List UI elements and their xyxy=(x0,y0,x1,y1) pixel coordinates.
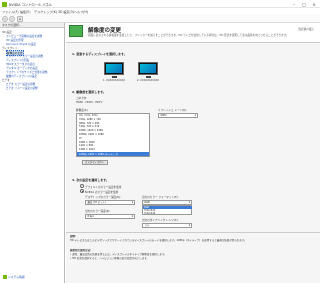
tree-item-video-image[interactable]: ビデオ イメージ設定の調整 xyxy=(6,86,38,90)
usage-heading: 典型的な使用方法: xyxy=(70,249,92,252)
output-color-depth-label: 出力のカラー深度(P): xyxy=(85,210,111,213)
step1-label: 1. 変更するディスプレイを選択します。 xyxy=(72,52,127,56)
monitor-1-label: 1. XXXXXXXXXXX xyxy=(103,79,126,82)
default-color-label: デフォルトのカラー設定を使用 xyxy=(85,185,122,189)
section-divider xyxy=(66,232,320,233)
nvidia-color-radio[interactable] xyxy=(80,189,84,193)
maximize-icon[interactable]: □ xyxy=(300,2,308,7)
refresh-rate-value: 60Hz xyxy=(160,114,167,117)
back-icon[interactable]: ‹ xyxy=(2,16,8,22)
chevron-down-icon: ▾ xyxy=(188,224,190,227)
display-page-icon xyxy=(69,25,83,37)
chevron-down-icon: ▾ xyxy=(194,114,196,117)
output-color-format-label: 出力のカラー フォーマット(F): xyxy=(142,196,179,199)
description-text: HD テレビまたはこのビデオソースでサポートされているディスプレイのモードを選択… xyxy=(70,239,247,242)
output-color-depth-value: 8 bpc xyxy=(87,215,95,218)
output-color-format-value: RGB xyxy=(144,201,150,204)
system-info-link[interactable]: システム情報 xyxy=(3,275,25,279)
usage-item: • HD 形式を選択すると、ハイビジョン映像の表示品質が向上します。 xyxy=(70,257,149,260)
desktop-color-depth-dropdown[interactable]: 最高 (32 ビット) ▾ xyxy=(85,200,135,205)
system-info-icon xyxy=(3,275,7,279)
toolbar: ‹ › ⌂ xyxy=(0,14,320,23)
title-bar: NVIDIA コントロール パネル – □ × xyxy=(0,0,320,8)
system-info-label: システム情報 xyxy=(8,275,25,279)
output-dynamic-range-value: フル xyxy=(144,224,150,227)
nvidia-logo-icon xyxy=(2,1,7,7)
desktop-color-depth-label: デスクトップのカラー深度(D): xyxy=(85,196,122,199)
resolution-label: 解像度(S): xyxy=(76,109,89,112)
output-color-depth-dropdown[interactable]: 8 bpc ▾ xyxy=(85,214,135,219)
step2-label: 2. 解像度を選択します。 xyxy=(72,90,106,94)
desktop-color-depth-value: 最高 (32 ビット) xyxy=(87,201,106,204)
resolution-list[interactable]: HD, 720p, 480p 720p, 1280 × 720 480p, 72… xyxy=(76,113,150,157)
color-format-option[interactable]: YCbCr444 xyxy=(143,212,192,215)
output-dynamic-range-dropdown[interactable]: フル ▾ xyxy=(142,223,192,228)
close-icon[interactable]: × xyxy=(310,2,318,7)
connector-label: コネクタ: xyxy=(76,97,88,100)
sidebar-header: タスクの選択... xyxy=(0,23,64,28)
step3-label: 3. 次の設定を適用します。 xyxy=(72,178,109,182)
monitor-2-icon[interactable] xyxy=(138,62,158,78)
minimize-icon[interactable]: – xyxy=(290,2,298,7)
home-icon[interactable]: ⌂ xyxy=(17,16,23,22)
window-title: NVIDIA コントロール パネル xyxy=(9,3,53,7)
page-banner: 解像度の変更 既定値の復元 画面に表示される情報量を変更したり、フリッカーを減ら… xyxy=(66,23,320,43)
refresh-rate-label: リフレッシュ レート(R): xyxy=(158,109,187,112)
description-heading: 説明: xyxy=(70,235,76,238)
connector-value: HDMI - HDMI - HDTV xyxy=(76,101,103,104)
chevron-down-icon: ▾ xyxy=(131,215,133,218)
forward-icon[interactable]: › xyxy=(9,16,15,22)
monitor-1-icon[interactable] xyxy=(104,62,124,78)
output-dynamic-range-label: 出力のダイナミック レンジ(T): xyxy=(142,219,179,222)
restore-defaults-link[interactable]: 既定値の復元 xyxy=(298,27,314,31)
default-color-radio[interactable] xyxy=(80,184,84,188)
customize-button[interactable]: カスタマイズ(C)... xyxy=(82,160,108,165)
refresh-rate-dropdown[interactable]: 60Hz ▾ xyxy=(158,113,198,118)
usage-item: • 通常、最高品質の結果を得るには、ディスプレイのネイティブ解像度を選択します。 xyxy=(70,253,167,256)
page-description: 画面に表示される情報量を変更したり、フリッカーを減らすことができます。HD テレ… xyxy=(88,34,289,37)
task-sidebar: タスクの選択... 3D 設定 プレビューで画像の設定を調整 3D 設定の管理 … xyxy=(0,23,65,283)
tree-item-multiple-displays[interactable]: 複数のディスプレイの設定 xyxy=(6,74,37,78)
page-title: 解像度の変更 xyxy=(88,28,122,34)
resolution-option-selected[interactable]: 1080p, 1920 × 1080 (ネイティブ) xyxy=(77,152,149,156)
chevron-down-icon: ▾ xyxy=(131,201,133,204)
monitor-2-label: 2. XXXXXXXXXXX xyxy=(137,79,160,82)
color-format-options: RGB YCbCr422 YCbCr444 xyxy=(142,205,192,215)
nvidia-color-label: NVIDIA のカラー設定を使用 xyxy=(85,190,119,194)
